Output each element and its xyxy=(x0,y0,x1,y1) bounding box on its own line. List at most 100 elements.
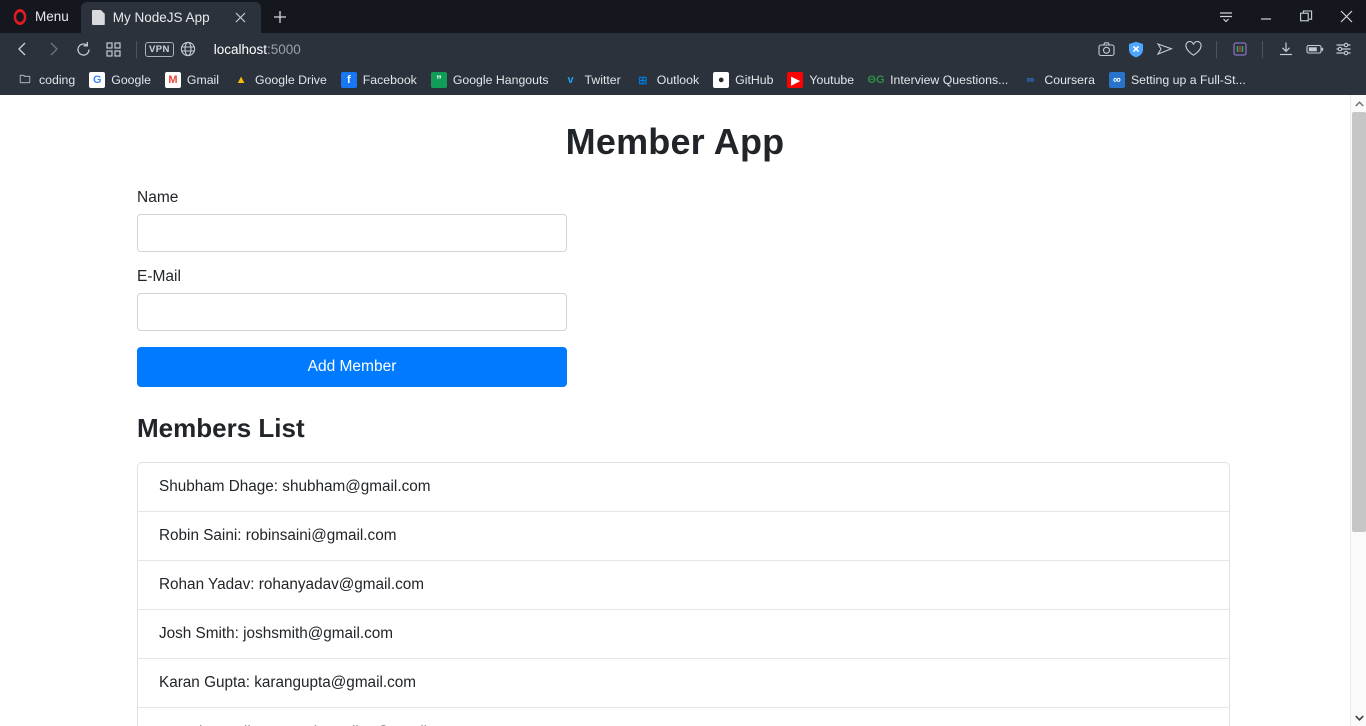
bookmark-label: Coursera xyxy=(1044,73,1095,87)
toolbar-divider-3 xyxy=(1262,40,1263,58)
members-list: Shubham Dhage: shubham@gmail.com Robin Sa… xyxy=(137,462,1230,726)
bookmark-label: Youtube xyxy=(809,73,855,87)
gmail-icon: M xyxy=(164,72,181,88)
page-title: Member App xyxy=(565,121,785,162)
menu-label: Menu xyxy=(35,9,69,24)
scroll-down-icon[interactable] xyxy=(1351,709,1366,726)
back-icon[interactable] xyxy=(8,36,38,62)
facebook-icon: f xyxy=(340,72,357,88)
bookmark-label: Outlook xyxy=(656,73,700,87)
geeksforgeeks-icon: ΘG xyxy=(867,74,885,86)
bookmark-item[interactable]: ΘG Interview Questions... xyxy=(861,68,1015,92)
name-label: Name xyxy=(137,189,179,206)
page-scrollbar[interactable] xyxy=(1350,95,1366,726)
folder-icon: 🗀 xyxy=(19,73,31,86)
hangouts-icon: ” xyxy=(430,72,447,88)
easy-setup-icon[interactable] xyxy=(1329,36,1358,62)
bookmark-item[interactable]: ∞ Setting up a Full-St... xyxy=(1102,68,1253,92)
browser-title-bar: Menu My NodeJS App xyxy=(0,0,1366,33)
coursera-icon: ∞ xyxy=(1108,72,1125,88)
bookmark-label: Interview Questions... xyxy=(890,73,1009,87)
bookmark-item[interactable]: ● GitHub xyxy=(706,68,780,92)
tab-title: My NodeJS App xyxy=(112,10,210,25)
bookmark-label: coding xyxy=(39,73,76,87)
name-form-group: Name xyxy=(137,189,567,252)
list-item: Rohan Yadav: rohanyadav@gmail.com xyxy=(138,561,1229,610)
github-icon: ● xyxy=(713,72,730,88)
restore-icon[interactable] xyxy=(1286,0,1326,33)
list-item: Shubham Dhage: shubham@gmail.com xyxy=(138,463,1229,512)
minimize-icon[interactable] xyxy=(1246,0,1286,33)
list-item: Karan Gupta: karangupta@gmail.com xyxy=(138,659,1229,708)
downloads-icon[interactable] xyxy=(1271,36,1300,62)
page-container: Member App Name E-Mail Add Member Member… xyxy=(0,95,1350,726)
opera-logo-icon xyxy=(13,8,27,25)
bookmark-label: Google xyxy=(111,73,151,87)
email-input[interactable] xyxy=(137,293,567,331)
bookmark-item[interactable]: M Gmail xyxy=(158,68,226,92)
bookmark-label: Twitter xyxy=(584,73,621,87)
window-controls xyxy=(1206,0,1366,33)
tab-list-icon[interactable] xyxy=(1206,0,1246,33)
send-to-device-icon[interactable] xyxy=(1150,36,1179,62)
url-port: :5000 xyxy=(267,41,301,57)
opera-menu-button[interactable]: Menu xyxy=(0,0,81,33)
forward-icon[interactable] xyxy=(38,36,68,62)
new-tab-button[interactable] xyxy=(268,5,292,29)
close-window-icon[interactable] xyxy=(1326,0,1366,33)
bookmark-item[interactable]: ▲ Google Drive xyxy=(226,68,334,92)
bookmark-item[interactable]: 🗀 coding xyxy=(10,68,82,92)
address-bar[interactable]: localhost:5000 xyxy=(206,36,1092,62)
browser-toolbar: VPN localhost:5000 xyxy=(0,33,1366,65)
bookmark-item[interactable]: ▶ Youtube xyxy=(780,68,861,92)
url-host: localhost xyxy=(213,41,268,57)
toolbar-divider-2 xyxy=(1216,40,1217,58)
bookmarks-bar: 🗀 coding G Google M Gmail ▲ Google Drive f Facebo… xyxy=(0,65,1366,95)
web-page: Member App Name E-Mail Add Member Member… xyxy=(0,95,1350,726)
scroll-up-icon[interactable] xyxy=(1351,95,1366,112)
bookmark-item[interactable]: ” Google Hangouts xyxy=(424,68,556,92)
add-member-button[interactable]: Add Member xyxy=(137,347,567,387)
youtube-icon: ▶ xyxy=(787,72,804,88)
bookmark-item[interactable]: G Google xyxy=(82,68,158,92)
document-icon xyxy=(91,10,105,25)
name-input[interactable] xyxy=(137,214,567,252)
snapshot-icon[interactable] xyxy=(1092,36,1121,62)
vpn-badge[interactable]: VPN xyxy=(145,41,174,57)
bookmark-label: Google Drive xyxy=(255,73,327,87)
coursera-icon: ∞ xyxy=(1026,74,1035,86)
toolbar-right-icons xyxy=(1092,36,1358,62)
browser-tab-my-nodejs-app[interactable]: My NodeJS App xyxy=(80,2,261,33)
list-item: Anmol Urmaliya: anmolurmaliya@gmail.com xyxy=(138,708,1229,726)
email-label: E-Mail xyxy=(137,268,181,285)
bookmark-item[interactable]: ∞ Coursera xyxy=(1015,68,1102,92)
bookmark-label: Setting up a Full-St... xyxy=(1130,73,1246,87)
reload-icon[interactable] xyxy=(68,36,98,62)
bookmark-item[interactable]: f Facebook xyxy=(334,68,424,92)
outlook-icon: ⊞ xyxy=(638,74,648,87)
battery-saver-icon[interactable] xyxy=(1300,36,1329,62)
speed-dial-icon[interactable] xyxy=(98,36,128,62)
bookmark-item[interactable]: ⊞ Outlook xyxy=(628,68,706,92)
scrollbar-thumb[interactable] xyxy=(1352,112,1366,532)
heart-favorites-icon[interactable] xyxy=(1179,36,1208,62)
ad-blocker-icon[interactable] xyxy=(1121,36,1150,62)
google-icon: G xyxy=(89,72,106,88)
bookmark-label: Gmail xyxy=(186,73,220,87)
bookmark-label: GitHub xyxy=(735,73,774,87)
list-item: Robin Saini: robinsaini@gmail.com xyxy=(138,512,1229,561)
email-form-group: E-Mail xyxy=(137,268,567,331)
list-item: Josh Smith: joshsmith@gmail.com xyxy=(138,610,1229,659)
bookmark-label: Facebook xyxy=(362,73,417,87)
tab-strip: My NodeJS App xyxy=(80,0,292,33)
page-viewport: Member App Name E-Mail Add Member Member… xyxy=(0,95,1366,726)
scrollbar-track[interactable] xyxy=(1351,112,1366,709)
members-list-heading: Members List xyxy=(137,413,305,443)
twitter-icon: ᴠ xyxy=(567,74,574,86)
toolbar-divider xyxy=(136,40,137,58)
add-member-form: Name E-Mail Add Member xyxy=(137,189,567,387)
close-icon[interactable] xyxy=(229,6,253,30)
extension-icon[interactable] xyxy=(1225,36,1254,62)
globe-icon[interactable] xyxy=(174,36,202,62)
bookmark-item[interactable]: ᴠ Twitter xyxy=(556,68,628,92)
